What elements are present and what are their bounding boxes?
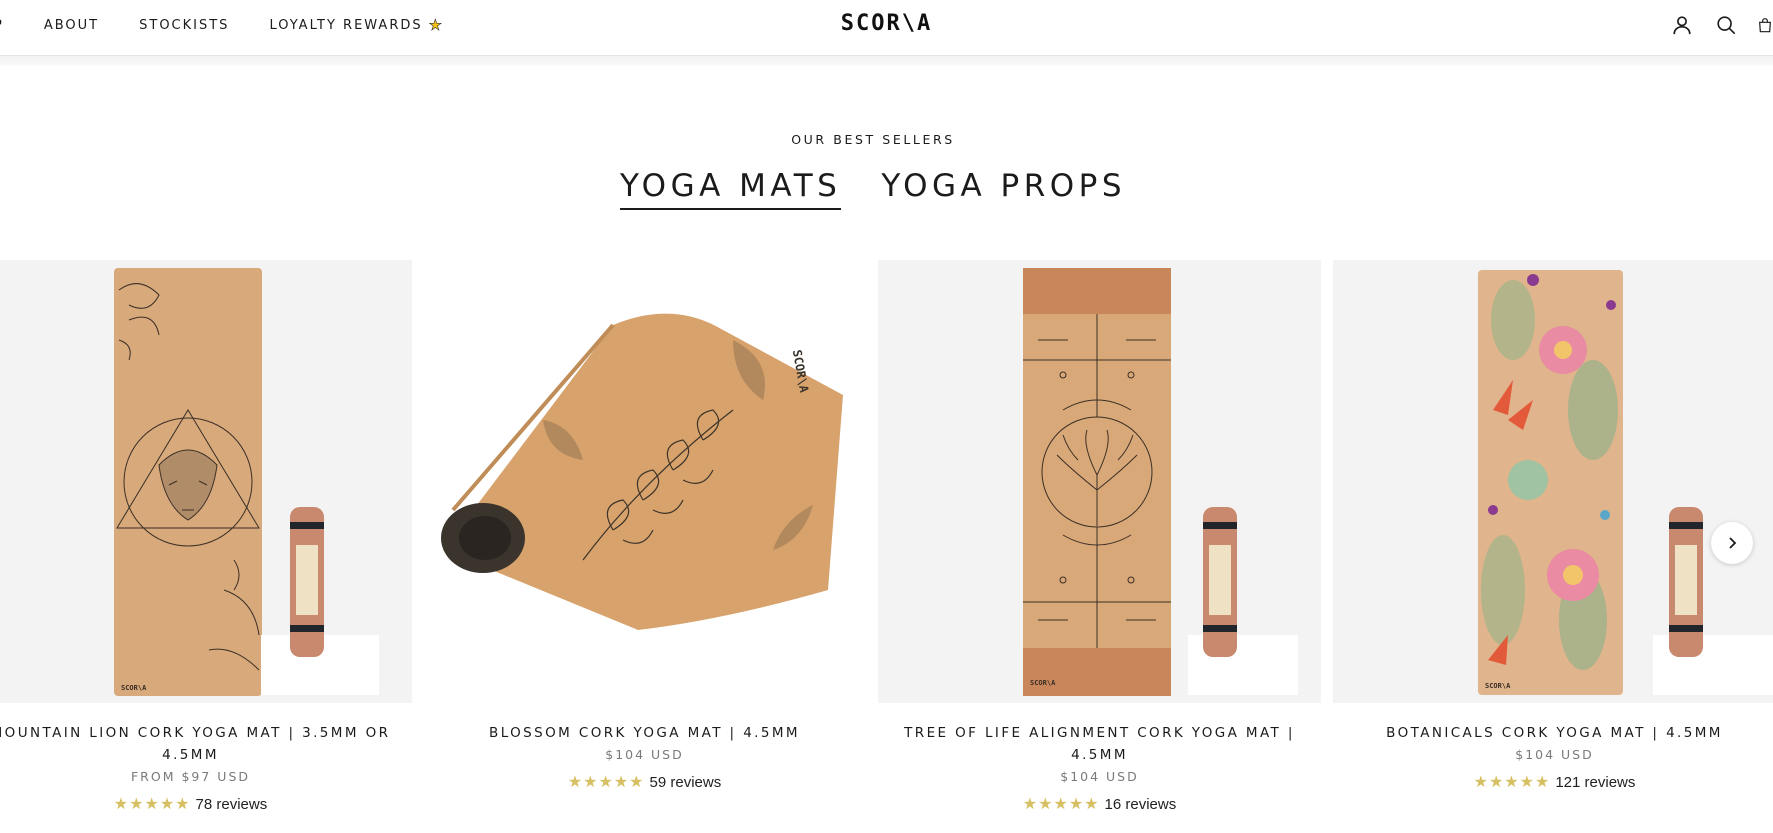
- rating-stars: ★★★★★: [567, 774, 645, 791]
- category-tabs: YOGA MATS YOGA PROPS: [0, 168, 1746, 210]
- product-price: $104 USD: [1060, 769, 1139, 784]
- tab-yoga-mats[interactable]: YOGA MATS: [619, 168, 842, 210]
- star-icon: ★: [428, 16, 445, 35]
- header-icons: [1651, 12, 1773, 38]
- rating-stars: ★★★★★: [1022, 796, 1100, 813]
- review-count: 16 reviews: [1104, 795, 1177, 813]
- product-rating[interactable]: ★★★★★ 59 reviews: [423, 772, 866, 792]
- product-price: $104 USD: [1515, 747, 1594, 762]
- review-count: 121 reviews: [1555, 773, 1636, 791]
- tab-yoga-props[interactable]: YOGA PROPS: [881, 168, 1126, 210]
- svg-text:SCOR\A: SCOR\A: [1030, 679, 1056, 687]
- product-rating[interactable]: ★★★★★ 121 reviews: [1333, 772, 1773, 792]
- account-icon[interactable]: [1669, 12, 1695, 38]
- product-title[interactable]: MOUNTAIN LION CORK YOGA MAT | 3.5MM OR 4…: [0, 722, 412, 766]
- product-image[interactable]: SCOR\A: [878, 260, 1321, 703]
- nav-item-stockists[interactable]: STOCKISTS: [139, 18, 229, 33]
- chevron-right-icon: [1729, 537, 1737, 549]
- main-nav: P ABOUT STOCKISTS LOYALTY REWARDS★: [0, 0, 484, 50]
- rating-stars: ★★★★★: [1473, 774, 1551, 791]
- review-count: 78 reviews: [195, 795, 268, 813]
- rating-stars: ★★★★★: [113, 796, 191, 813]
- review-count: 59 reviews: [649, 773, 722, 791]
- svg-text:SCOR\A: SCOR\A: [1485, 682, 1511, 690]
- product-image[interactable]: SCOR\A: [1333, 260, 1773, 703]
- product-image[interactable]: SCOR\A: [423, 260, 866, 703]
- product-image[interactable]: SCOR\A: [0, 260, 412, 703]
- product-title[interactable]: BLOSSOM CORK YOGA MAT | 4.5MM: [423, 722, 866, 744]
- search-icon[interactable]: [1713, 12, 1739, 38]
- carousel-next-button[interactable]: [1711, 522, 1753, 564]
- section-eyebrow: OUR BEST SELLERS: [791, 132, 955, 147]
- header-divider: [0, 56, 1773, 66]
- product-price: FROM $97 USD: [130, 769, 250, 784]
- logo[interactable]: SCOR\A: [841, 11, 932, 36]
- site-header: P ABOUT STOCKISTS LOYALTY REWARDS★ SCOR\…: [0, 0, 1773, 56]
- product-title[interactable]: BOTANICALS CORK YOGA MAT | 4.5MM: [1333, 722, 1773, 744]
- product-price: $104 USD: [605, 747, 684, 762]
- nav-item-loyalty-rewards[interactable]: LOYALTY REWARDS ★: [269, 16, 445, 35]
- product-rating[interactable]: ★★★★★ 16 reviews: [878, 794, 1321, 814]
- cart-icon[interactable]: [1757, 12, 1773, 38]
- nav-item-shop[interactable]: P: [0, 18, 4, 33]
- svg-text:SCOR\A: SCOR\A: [121, 684, 147, 692]
- product-rating[interactable]: ★★★★★ 78 reviews: [0, 794, 412, 814]
- product-title[interactable]: TREE OF LIFE ALIGNMENT CORK YOGA MAT | 4…: [878, 722, 1321, 766]
- nav-item-about[interactable]: ABOUT: [44, 18, 99, 33]
